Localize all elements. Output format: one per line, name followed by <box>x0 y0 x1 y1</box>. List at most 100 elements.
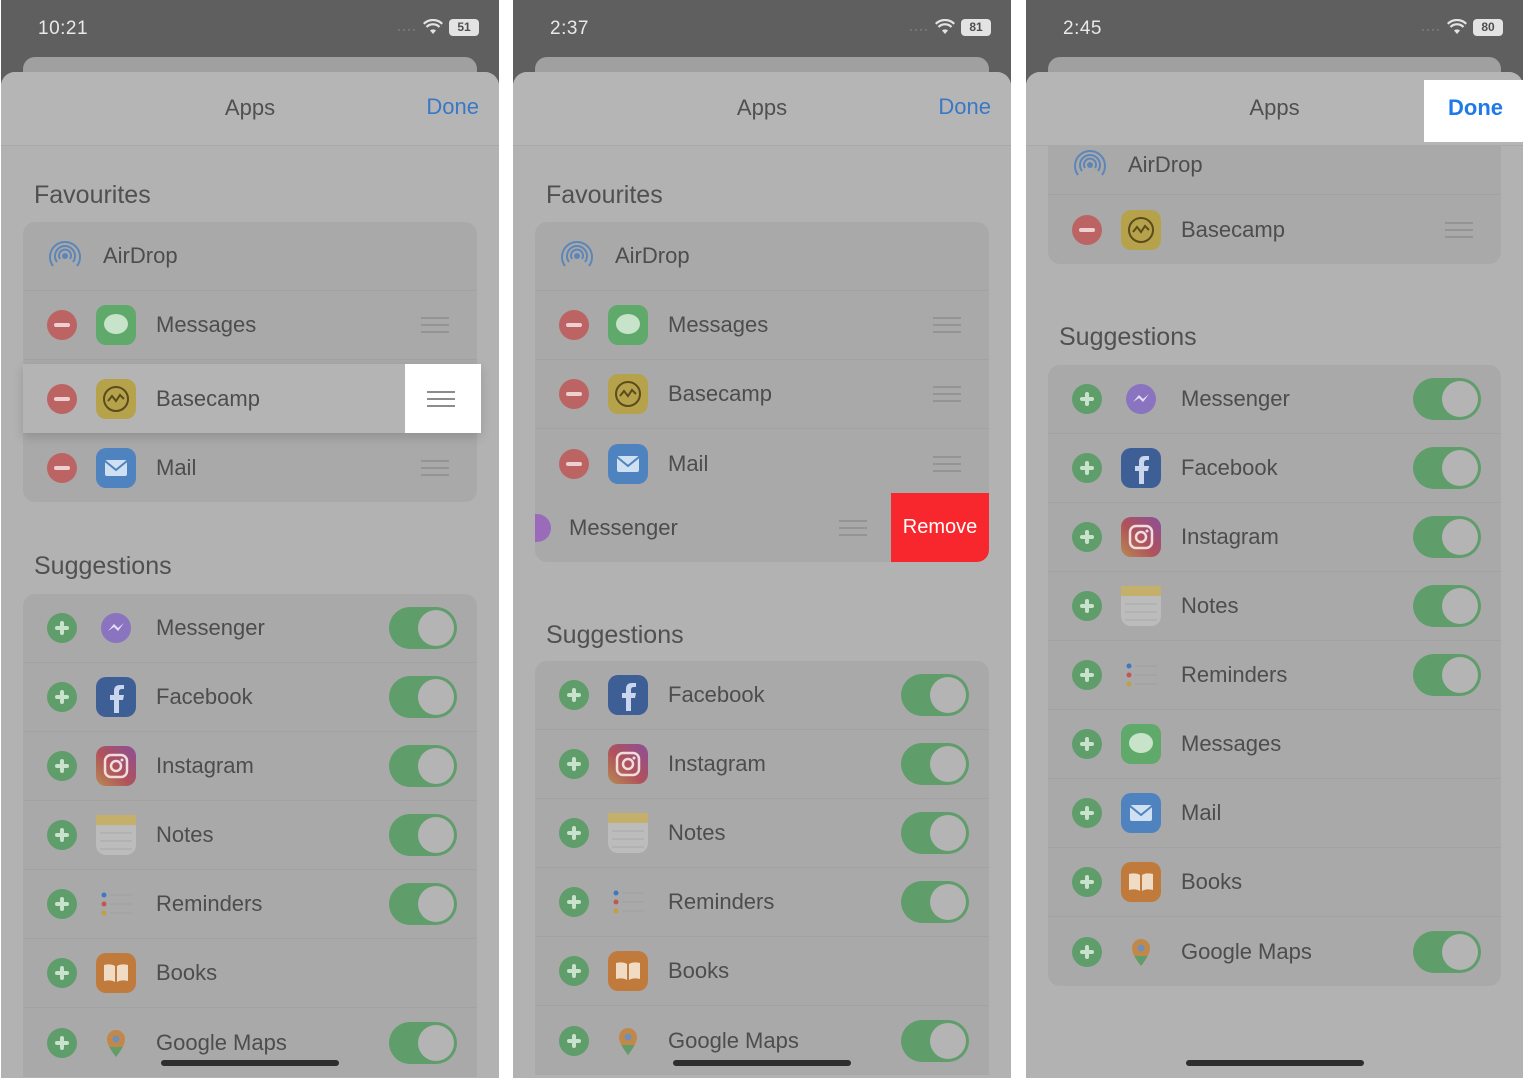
add-plus-button[interactable] <box>1072 522 1102 552</box>
add-plus-button[interactable] <box>1072 936 1102 967</box>
toggle-switch[interactable] <box>901 674 969 716</box>
books-icon <box>96 953 136 993</box>
reorder-handle[interactable] <box>933 455 961 472</box>
list-item: Google Maps <box>23 1008 477 1077</box>
reorder-handle[interactable] <box>933 317 961 333</box>
signal-dots: ···· <box>909 22 929 36</box>
row-label: AirDrop <box>615 243 690 268</box>
add-plus-button[interactable] <box>47 1027 77 1058</box>
notes-icon <box>1121 586 1161 626</box>
basecamp-icon <box>608 374 648 414</box>
add-plus-button[interactable] <box>47 613 77 643</box>
toggle-switch[interactable] <box>1413 654 1481 696</box>
reorder-handle[interactable] <box>427 390 455 407</box>
add-plus-button[interactable] <box>559 956 589 986</box>
add-plus-button[interactable] <box>47 889 77 919</box>
remove-minus-button[interactable] <box>47 310 77 340</box>
list-item: Messenger <box>23 594 477 663</box>
toggle-switch[interactable] <box>1413 585 1481 627</box>
row-label: Books <box>156 960 218 985</box>
toggle-switch[interactable] <box>1413 516 1481 558</box>
home-indicator[interactable] <box>1185 1060 1364 1066</box>
done-button[interactable]: Done <box>426 94 479 120</box>
row-label: Messenger <box>1181 386 1290 411</box>
toggle-switch[interactable] <box>1413 930 1481 973</box>
row-label: Basecamp <box>668 381 772 406</box>
list-item: Reminders <box>23 870 477 939</box>
remove-button[interactable]: Remove <box>891 493 989 562</box>
toggle-switch[interactable] <box>389 607 457 649</box>
toggle-switch[interactable] <box>389 1021 457 1064</box>
list-item: Notes <box>23 801 477 870</box>
nav-title: Apps <box>224 95 276 120</box>
add-plus-button[interactable] <box>1072 453 1102 483</box>
row-label: Instagram <box>1181 524 1279 549</box>
list-item: Books <box>535 937 989 1006</box>
row-label: Google Maps <box>668 1027 799 1053</box>
instagram-icon <box>608 744 648 784</box>
favourites-header: Favourites <box>34 181 151 209</box>
done-button-highlight[interactable]: Done <box>1424 80 1523 142</box>
list-item: Notes <box>535 799 989 868</box>
add-plus-button[interactable] <box>47 820 77 850</box>
add-plus-button[interactable] <box>1072 591 1102 621</box>
home-indicator[interactable] <box>673 1060 851 1066</box>
messenger-icon <box>96 608 136 648</box>
list-item: Notes <box>1048 572 1501 641</box>
toggle-switch[interactable] <box>389 883 457 925</box>
add-plus-button[interactable] <box>559 887 589 917</box>
add-plus-button[interactable] <box>47 958 77 988</box>
reorder-handle[interactable] <box>933 386 961 402</box>
toggle-switch[interactable] <box>901 881 969 923</box>
row-label: Messenger <box>569 514 678 540</box>
list-item: AirDrop <box>23 222 477 291</box>
row-label: Google Maps <box>1181 938 1312 964</box>
toggle-switch[interactable] <box>901 743 969 785</box>
phone-screenshot-1: 10:21 ···· 51 Apps Done Favourites AirDr… <box>1 0 499 1078</box>
row-label: Instagram <box>668 751 766 776</box>
toggle-switch[interactable] <box>1413 447 1481 489</box>
favourites-list: AirDrop Messages Basecamp Mail <box>535 222 989 498</box>
add-plus-button[interactable] <box>1072 660 1102 690</box>
remove-minus-button[interactable] <box>1072 214 1102 245</box>
remove-minus-button[interactable] <box>559 379 589 409</box>
add-plus-button[interactable] <box>1072 384 1102 414</box>
add-plus-button[interactable] <box>559 680 589 710</box>
reorder-handle[interactable] <box>1445 221 1473 238</box>
reorder-handle[interactable] <box>839 519 867 536</box>
toggle-switch[interactable] <box>1413 378 1481 420</box>
reorder-handle-highlighted[interactable] <box>405 364 481 433</box>
add-plus-button[interactable] <box>559 1025 589 1056</box>
swiped-row-messenger[interactable]: Messenger Remove <box>535 493 989 562</box>
remove-minus-button[interactable] <box>559 448 589 479</box>
toggle-switch[interactable] <box>901 812 969 854</box>
toggle-switch[interactable] <box>389 745 457 787</box>
list-item: Basecamp <box>535 360 989 429</box>
google-maps-icon <box>1121 932 1161 972</box>
basecamp-icon <box>96 378 136 419</box>
toggle-switch[interactable] <box>389 676 457 718</box>
add-plus-button[interactable] <box>47 751 77 781</box>
remove-minus-button[interactable] <box>47 452 77 483</box>
add-plus-button[interactable] <box>47 682 77 712</box>
add-plus-button[interactable] <box>1072 798 1102 828</box>
add-plus-button[interactable] <box>559 818 589 848</box>
reorder-handle[interactable] <box>421 459 449 476</box>
remove-minus-button[interactable] <box>559 310 589 340</box>
reorder-handle[interactable] <box>421 317 449 333</box>
row-label: Facebook <box>156 684 253 709</box>
toggle-switch[interactable] <box>901 1019 969 1062</box>
toggle-switch[interactable] <box>389 814 457 856</box>
google-maps-icon <box>96 1023 136 1063</box>
add-plus-button[interactable] <box>559 749 589 779</box>
list-item: Facebook <box>1048 434 1501 503</box>
messages-icon <box>96 305 136 345</box>
done-button[interactable]: Done <box>938 94 991 120</box>
add-plus-button[interactable] <box>1072 729 1102 759</box>
done-button[interactable]: Done <box>1448 95 1503 121</box>
list-item: Mail <box>535 429 989 498</box>
messages-icon <box>1121 724 1161 764</box>
remove-minus-button[interactable] <box>47 383 77 414</box>
add-plus-button[interactable] <box>1072 867 1102 897</box>
home-indicator[interactable] <box>161 1060 339 1066</box>
